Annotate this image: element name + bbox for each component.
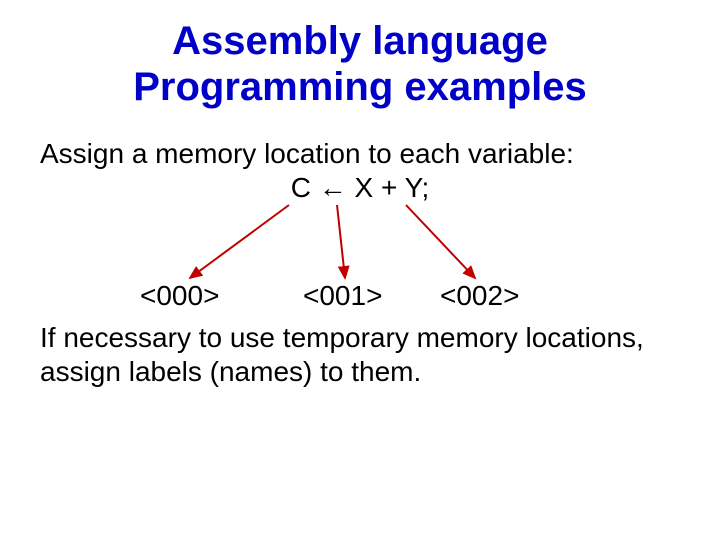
- assign-line: Assign a memory location to each variabl…: [40, 138, 574, 170]
- note-line-2: assign labels (names) to them.: [40, 356, 421, 388]
- addr-000: <000>: [140, 280, 219, 312]
- slide-title: Assembly language Programming examples: [0, 18, 720, 110]
- addr-002: <002>: [440, 280, 519, 312]
- title-line-1: Assembly language: [172, 19, 548, 63]
- arrow-x-to-001: [337, 205, 345, 278]
- arrow-c-to-000: [190, 205, 289, 278]
- expression: C ← X + Y;: [0, 172, 720, 204]
- title-line-2: Programming examples: [133, 65, 587, 109]
- addr-001: <001>: [303, 280, 382, 312]
- arrow-y-to-002: [406, 205, 475, 278]
- slide: Assembly language Programming examples A…: [0, 0, 720, 540]
- note-line-1: If necessary to use temporary memory loc…: [40, 322, 644, 354]
